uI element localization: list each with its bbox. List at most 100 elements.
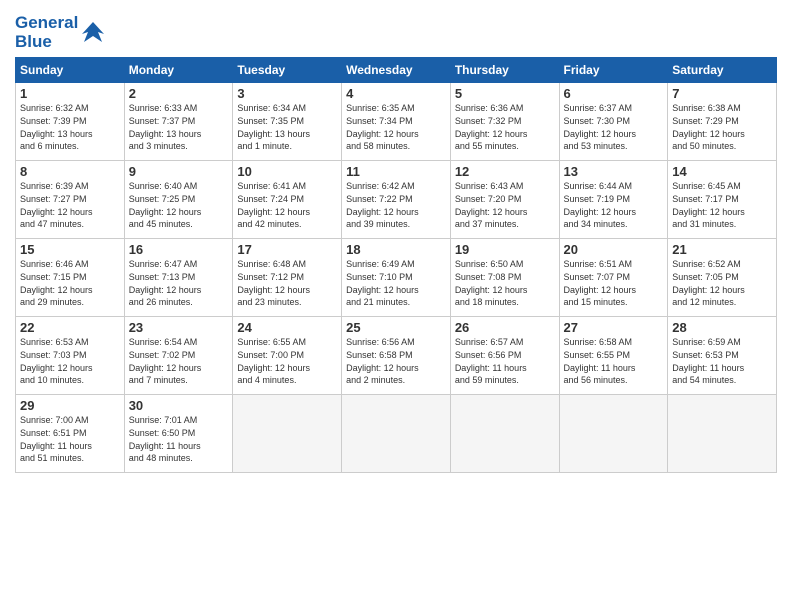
calendar-cell: 29Sunrise: 7:00 AM Sunset: 6:51 PM Dayli… — [16, 395, 125, 473]
weekday-header-thursday: Thursday — [450, 58, 559, 83]
day-info: Sunrise: 6:48 AM Sunset: 7:12 PM Dayligh… — [237, 258, 337, 308]
calendar-cell: 3Sunrise: 6:34 AM Sunset: 7:35 PM Daylig… — [233, 83, 342, 161]
calendar-cell: 26Sunrise: 6:57 AM Sunset: 6:56 PM Dayli… — [450, 317, 559, 395]
calendar-table: SundayMondayTuesdayWednesdayThursdayFrid… — [15, 57, 777, 473]
calendar-cell: 17Sunrise: 6:48 AM Sunset: 7:12 PM Dayli… — [233, 239, 342, 317]
day-number: 15 — [20, 242, 120, 257]
day-info: Sunrise: 6:39 AM Sunset: 7:27 PM Dayligh… — [20, 180, 120, 230]
calendar-cell: 8Sunrise: 6:39 AM Sunset: 7:27 PM Daylig… — [16, 161, 125, 239]
weekday-header-sunday: Sunday — [16, 58, 125, 83]
day-number: 16 — [129, 242, 229, 257]
day-info: Sunrise: 6:55 AM Sunset: 7:00 PM Dayligh… — [237, 336, 337, 386]
day-number: 14 — [672, 164, 772, 179]
calendar-cell: 25Sunrise: 6:56 AM Sunset: 6:58 PM Dayli… — [342, 317, 451, 395]
day-info: Sunrise: 6:40 AM Sunset: 7:25 PM Dayligh… — [129, 180, 229, 230]
calendar-cell: 4Sunrise: 6:35 AM Sunset: 7:34 PM Daylig… — [342, 83, 451, 161]
calendar-cell: 27Sunrise: 6:58 AM Sunset: 6:55 PM Dayli… — [559, 317, 668, 395]
calendar-cell: 13Sunrise: 6:44 AM Sunset: 7:19 PM Dayli… — [559, 161, 668, 239]
day-info: Sunrise: 6:49 AM Sunset: 7:10 PM Dayligh… — [346, 258, 446, 308]
day-info: Sunrise: 6:52 AM Sunset: 7:05 PM Dayligh… — [672, 258, 772, 308]
day-number: 30 — [129, 398, 229, 413]
calendar-cell: 12Sunrise: 6:43 AM Sunset: 7:20 PM Dayli… — [450, 161, 559, 239]
calendar-row-2: 8Sunrise: 6:39 AM Sunset: 7:27 PM Daylig… — [16, 161, 777, 239]
calendar-cell: 21Sunrise: 6:52 AM Sunset: 7:05 PM Dayli… — [668, 239, 777, 317]
day-number: 13 — [564, 164, 664, 179]
day-info: Sunrise: 6:41 AM Sunset: 7:24 PM Dayligh… — [237, 180, 337, 230]
day-info: Sunrise: 6:56 AM Sunset: 6:58 PM Dayligh… — [346, 336, 446, 386]
logo-blue: Blue — [15, 33, 78, 52]
calendar-cell — [450, 395, 559, 473]
day-number: 19 — [455, 242, 555, 257]
day-number: 3 — [237, 86, 337, 101]
calendar-cell: 11Sunrise: 6:42 AM Sunset: 7:22 PM Dayli… — [342, 161, 451, 239]
day-number: 2 — [129, 86, 229, 101]
calendar-row-5: 29Sunrise: 7:00 AM Sunset: 6:51 PM Dayli… — [16, 395, 777, 473]
calendar-cell: 1Sunrise: 6:32 AM Sunset: 7:39 PM Daylig… — [16, 83, 125, 161]
calendar-cell: 20Sunrise: 6:51 AM Sunset: 7:07 PM Dayli… — [559, 239, 668, 317]
calendar-cell — [233, 395, 342, 473]
day-number: 9 — [129, 164, 229, 179]
calendar-cell: 2Sunrise: 6:33 AM Sunset: 7:37 PM Daylig… — [124, 83, 233, 161]
day-number: 29 — [20, 398, 120, 413]
calendar-cell: 18Sunrise: 6:49 AM Sunset: 7:10 PM Dayli… — [342, 239, 451, 317]
day-info: Sunrise: 6:46 AM Sunset: 7:15 PM Dayligh… — [20, 258, 120, 308]
calendar-cell — [559, 395, 668, 473]
day-info: Sunrise: 6:35 AM Sunset: 7:34 PM Dayligh… — [346, 102, 446, 152]
day-number: 12 — [455, 164, 555, 179]
day-number: 5 — [455, 86, 555, 101]
calendar-cell — [668, 395, 777, 473]
calendar-row-3: 15Sunrise: 6:46 AM Sunset: 7:15 PM Dayli… — [16, 239, 777, 317]
day-info: Sunrise: 6:37 AM Sunset: 7:30 PM Dayligh… — [564, 102, 664, 152]
calendar-cell: 23Sunrise: 6:54 AM Sunset: 7:02 PM Dayli… — [124, 317, 233, 395]
day-number: 20 — [564, 242, 664, 257]
day-info: Sunrise: 6:51 AM Sunset: 7:07 PM Dayligh… — [564, 258, 664, 308]
calendar-cell: 10Sunrise: 6:41 AM Sunset: 7:24 PM Dayli… — [233, 161, 342, 239]
day-info: Sunrise: 6:38 AM Sunset: 7:29 PM Dayligh… — [672, 102, 772, 152]
day-info: Sunrise: 6:43 AM Sunset: 7:20 PM Dayligh… — [455, 180, 555, 230]
calendar-cell: 16Sunrise: 6:47 AM Sunset: 7:13 PM Dayli… — [124, 239, 233, 317]
day-number: 27 — [564, 320, 664, 335]
day-info: Sunrise: 6:32 AM Sunset: 7:39 PM Dayligh… — [20, 102, 120, 152]
weekday-header-monday: Monday — [124, 58, 233, 83]
day-info: Sunrise: 6:34 AM Sunset: 7:35 PM Dayligh… — [237, 102, 337, 152]
day-info: Sunrise: 7:00 AM Sunset: 6:51 PM Dayligh… — [20, 414, 120, 464]
calendar-cell: 30Sunrise: 7:01 AM Sunset: 6:50 PM Dayli… — [124, 395, 233, 473]
day-number: 8 — [20, 164, 120, 179]
weekday-header-row: SundayMondayTuesdayWednesdayThursdayFrid… — [16, 58, 777, 83]
day-info: Sunrise: 6:54 AM Sunset: 7:02 PM Dayligh… — [129, 336, 229, 386]
calendar-row-4: 22Sunrise: 6:53 AM Sunset: 7:03 PM Dayli… — [16, 317, 777, 395]
weekday-header-tuesday: Tuesday — [233, 58, 342, 83]
page-container: General Blue SundayMondayTuesdayWednesda… — [0, 0, 792, 483]
day-number: 17 — [237, 242, 337, 257]
day-info: Sunrise: 7:01 AM Sunset: 6:50 PM Dayligh… — [129, 414, 229, 464]
day-info: Sunrise: 6:59 AM Sunset: 6:53 PM Dayligh… — [672, 336, 772, 386]
day-number: 21 — [672, 242, 772, 257]
day-number: 28 — [672, 320, 772, 335]
weekday-header-wednesday: Wednesday — [342, 58, 451, 83]
calendar-cell: 7Sunrise: 6:38 AM Sunset: 7:29 PM Daylig… — [668, 83, 777, 161]
calendar-cell: 22Sunrise: 6:53 AM Sunset: 7:03 PM Dayli… — [16, 317, 125, 395]
weekday-header-saturday: Saturday — [668, 58, 777, 83]
day-number: 10 — [237, 164, 337, 179]
day-info: Sunrise: 6:33 AM Sunset: 7:37 PM Dayligh… — [129, 102, 229, 152]
day-number: 6 — [564, 86, 664, 101]
calendar-cell: 9Sunrise: 6:40 AM Sunset: 7:25 PM Daylig… — [124, 161, 233, 239]
day-info: Sunrise: 6:44 AM Sunset: 7:19 PM Dayligh… — [564, 180, 664, 230]
day-number: 22 — [20, 320, 120, 335]
day-info: Sunrise: 6:58 AM Sunset: 6:55 PM Dayligh… — [564, 336, 664, 386]
day-number: 11 — [346, 164, 446, 179]
day-info: Sunrise: 6:53 AM Sunset: 7:03 PM Dayligh… — [20, 336, 120, 386]
day-number: 18 — [346, 242, 446, 257]
calendar-cell: 15Sunrise: 6:46 AM Sunset: 7:15 PM Dayli… — [16, 239, 125, 317]
day-info: Sunrise: 6:47 AM Sunset: 7:13 PM Dayligh… — [129, 258, 229, 308]
day-number: 25 — [346, 320, 446, 335]
page-header: General Blue — [15, 10, 777, 51]
calendar-cell: 19Sunrise: 6:50 AM Sunset: 7:08 PM Dayli… — [450, 239, 559, 317]
day-number: 26 — [455, 320, 555, 335]
day-info: Sunrise: 6:45 AM Sunset: 7:17 PM Dayligh… — [672, 180, 772, 230]
day-number: 24 — [237, 320, 337, 335]
logo-general: General — [15, 13, 78, 32]
calendar-cell: 24Sunrise: 6:55 AM Sunset: 7:00 PM Dayli… — [233, 317, 342, 395]
calendar-cell: 28Sunrise: 6:59 AM Sunset: 6:53 PM Dayli… — [668, 317, 777, 395]
logo-bird-icon — [80, 20, 106, 46]
